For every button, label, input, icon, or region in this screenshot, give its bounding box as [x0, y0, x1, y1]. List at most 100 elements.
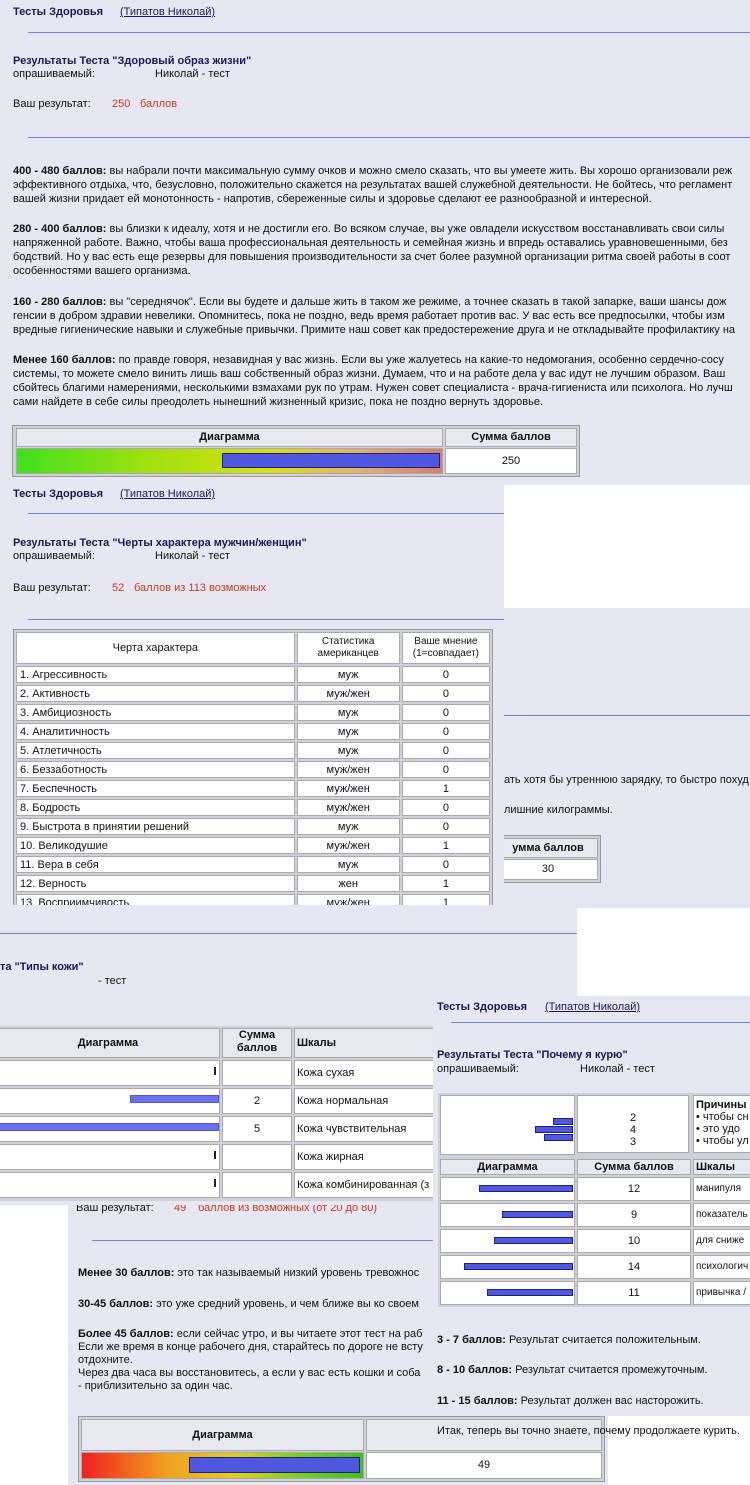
test-title: Результаты Теста "Черты характера мужчин… — [13, 537, 307, 549]
range-label: 160 - 280 баллов: — [13, 296, 107, 308]
trait-stat: муж/жен — [296, 761, 400, 778]
result-value: 250 — [112, 98, 131, 110]
skin-diagram-cell — [0, 1172, 220, 1198]
table-row: 9. Быстрота в принятии решений муж 0 — [16, 818, 490, 835]
trait-name: 8. Бодрость — [16, 799, 295, 816]
trait-opinion: 0 — [401, 761, 490, 778]
user-link[interactable]: (Типатов Николай) — [120, 6, 215, 18]
divider — [28, 137, 750, 138]
divider — [28, 619, 504, 620]
user-link[interactable]: (Типатов Николай) — [545, 1001, 640, 1013]
trait-stat: муж — [296, 742, 400, 759]
reason-item: • чтобы сн — [696, 1111, 749, 1123]
skin-score-bar — [130, 1095, 219, 1103]
range-text: сами найдете в себе силы преодолеть ныне… — [13, 396, 544, 408]
divider — [0, 933, 577, 934]
result-value: 52 — [112, 582, 125, 594]
opinion-column-header: Ваше мнение (1=совпадает) — [401, 632, 490, 664]
smoke-sum-value: 11 — [577, 1281, 691, 1305]
skin-diagram-cell — [0, 1144, 220, 1170]
range-text: это так называемый низкий уровень тревож… — [174, 1267, 420, 1279]
anxiety-paragraph-3: Более 45 баллов: если сейчас утро, и вы … — [78, 1328, 423, 1393]
user-link[interactable]: (Типатов Николай) — [120, 488, 215, 500]
reasons-cell: Причины • чтобы сн • это удо • чтобы ул — [693, 1095, 750, 1153]
trait-stat: муж/жен — [296, 780, 400, 797]
smoke-diagram-cell — [440, 1281, 575, 1305]
table-row: 5. Атлетичность муж 0 — [16, 742, 490, 759]
reason-item: • чтобы ул — [696, 1135, 749, 1147]
skin-sum-value — [222, 1060, 292, 1086]
mini-value: 3 — [629, 1136, 637, 1148]
skin-zero-tick — [214, 1067, 216, 1075]
range-text: это уже средний уровень, и чем ближе вы … — [153, 1298, 419, 1310]
divider — [28, 513, 504, 514]
trait-opinion: 0 — [401, 666, 490, 683]
trait-name: 6. Беззаботность — [16, 761, 295, 778]
range-text: особенностями вашего организма. — [13, 265, 191, 277]
trait-opinion: 0 — [401, 742, 490, 759]
trait-name: 9. Быстрота в принятии решений — [16, 818, 295, 835]
trait-stat: муж/жен — [296, 837, 400, 854]
range-text: сбойтесь благими намерениями, нескольким… — [13, 382, 733, 394]
diagram-header: Диаграмма — [16, 428, 443, 447]
smoke-score-bar — [487, 1289, 573, 1296]
note-1: 3 - 7 баллов: Результат считается положи… — [437, 1333, 701, 1347]
traits-header-row: Черта характера Статистика американцев В… — [16, 632, 490, 664]
anxiety-paragraph-1: Менее 30 баллов: это так называемый низк… — [78, 1266, 419, 1280]
result-unit: баллов из возможных (от 20 до 80) — [198, 1205, 378, 1214]
trait-opinion: 0 — [401, 799, 490, 816]
panel-why-i-smoke: Тесты Здоровья (Типатов Николай) Результ… — [433, 996, 750, 1416]
trait-stat: муж — [296, 856, 400, 873]
diagram-header: Диаграмма — [0, 1028, 220, 1058]
skin-diagram-cell — [0, 1116, 220, 1142]
sum-value: 49 — [366, 1452, 602, 1479]
table-row: 1. Агрессивность муж 0 — [16, 666, 490, 683]
site-title: Тесты Здоровья — [13, 6, 104, 18]
asked-value: Николай - тест — [155, 68, 230, 80]
table-row: 11. Вера в себя муж 0 — [16, 856, 490, 873]
result-label: Ваш результат: — [76, 1205, 154, 1214]
range-label: 400 - 480 баллов: — [13, 165, 107, 177]
note-text: Результат считается положительным. — [505, 1334, 701, 1346]
smoke-diagram-cell — [440, 1203, 575, 1227]
range-text: отдохните. — [78, 1354, 133, 1366]
skin-sum-value — [222, 1172, 292, 1198]
smoking-table: Диаграмма Сумма баллов Шкалы 12 манипуля 9… — [438, 1157, 750, 1307]
skin-sum-value — [222, 1144, 292, 1170]
range-text: напряженной работе. Важно, чтобы ваша пр… — [13, 237, 728, 249]
trait-column-header: Черта характера — [16, 632, 295, 664]
smoke-sum-value: 14 — [577, 1255, 691, 1279]
result-table: Диаграмма Сумма баллов 250 — [12, 425, 580, 477]
asked-value: - тест — [98, 975, 127, 987]
sum-header: Сумма баллов — [577, 1159, 691, 1175]
panel-character-traits: Тесты Здоровья (Типатов Николай) Результ… — [0, 485, 504, 957]
range-paragraph-1: 400 - 480 баллов: вы набрали почти макси… — [13, 164, 732, 206]
skin-sum-value: 2 — [222, 1088, 292, 1114]
asked-value: Николай - тест — [580, 1063, 655, 1075]
test-title: Результаты Теста "Здоровый образ жизни" — [13, 55, 252, 67]
mini-score-bar — [553, 1118, 573, 1125]
trait-stat: муж — [296, 723, 400, 740]
note-text: Результат считается промежуточным. — [512, 1364, 708, 1376]
trait-stat: жен — [296, 875, 400, 892]
range-label: Менее 30 баллов: — [78, 1267, 175, 1279]
table-row: 2. Активность муж/жен 0 — [16, 685, 490, 702]
smoke-score-bar — [494, 1237, 573, 1244]
reason-item: • это удо — [696, 1123, 741, 1135]
asked-label: опрашиваемый: — [437, 1063, 519, 1075]
mini-table: 2 4 3 Причины • чтобы сн • это удо • что… — [438, 1093, 750, 1157]
mini-score-bar — [544, 1134, 573, 1141]
skin-zero-tick — [214, 1151, 216, 1159]
result-label: Ваш результат: — [13, 582, 91, 594]
smoke-scale-label: психологич — [693, 1255, 750, 1279]
range-text: вы близки к идеалу, хотя и не достигли е… — [106, 223, 725, 235]
stat-column-header: Статистика американцев — [296, 632, 400, 664]
asked-label: опрашиваемый: — [13, 68, 95, 80]
smoke-scale-label: привычка / — [693, 1281, 750, 1305]
mini-value: 4 — [629, 1124, 637, 1136]
table-row: 12. Верность жен 1 — [16, 875, 490, 892]
trait-stat: муж/жен — [296, 799, 400, 816]
smoke-diagram-cell — [440, 1229, 575, 1253]
trait-opinion: 0 — [401, 704, 490, 721]
sum-box: умма баллов 30 — [495, 835, 601, 883]
